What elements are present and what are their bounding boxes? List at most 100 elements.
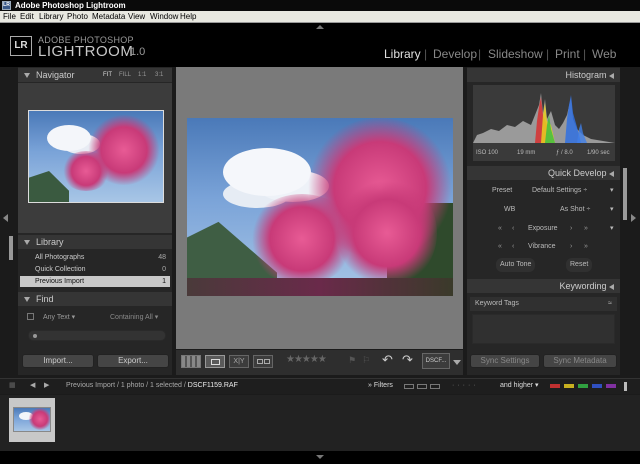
white-balance-row[interactable]: WB As Shot ÷ ▾ (472, 203, 620, 217)
menu-library[interactable]: Library (39, 11, 63, 23)
next-icon[interactable]: ▶ (44, 379, 49, 393)
row-label: Previous Import (35, 278, 85, 285)
exposure-decrease-icon[interactable]: ‹ (512, 222, 514, 236)
survey-view-icon[interactable] (253, 355, 273, 368)
keyword-tags-field[interactable] (472, 314, 615, 344)
exposure-increase-large-icon[interactable]: » (584, 222, 588, 236)
keyword-tags-collapse-icon[interactable]: ≈ (608, 297, 612, 311)
vibrance-row[interactable]: « ‹ Vibrance › » (472, 240, 620, 254)
auto-tone-row: Auto Tone Reset (472, 258, 620, 272)
keyword-tags-label: Keyword Tags (475, 300, 519, 307)
preset-label: Preset (492, 187, 513, 194)
menu-photo[interactable]: Photo (67, 11, 88, 23)
filter-flag-icon[interactable] (430, 384, 440, 389)
module-library[interactable]: Library (384, 47, 421, 61)
auto-tone-button[interactable]: Auto Tone (496, 258, 536, 272)
flag-icon[interactable]: ⚑ (348, 356, 356, 366)
loupe-view-icon[interactable] (205, 355, 225, 368)
rotate-left-icon[interactable]: ↶ (382, 353, 393, 368)
filmstrip-scroll-handle[interactable] (624, 382, 627, 391)
left-panel-toggle-icon[interactable] (3, 214, 8, 222)
zoom-fit[interactable]: FIT (103, 72, 112, 78)
find-header[interactable]: Find (18, 292, 172, 306)
color-label-green[interactable] (578, 384, 588, 388)
reset-button[interactable]: Reset (566, 258, 593, 272)
previous-icon[interactable]: ◀ (30, 379, 35, 393)
menu-file[interactable]: File (3, 11, 16, 23)
bottom-panel-toggle-icon[interactable] (316, 455, 324, 459)
rating-stars[interactable]: ★★★★★ (286, 354, 327, 365)
top-panel-toggle-icon[interactable] (316, 25, 324, 29)
find-text-option[interactable]: Any Text ▾ (43, 313, 75, 321)
find-match-option[interactable]: Containing All ▾ (110, 313, 158, 321)
menu-metadata[interactable]: Metadata (92, 11, 125, 23)
find-search-input[interactable] (28, 330, 166, 341)
secondary-display-icon[interactable]: ▦ (9, 379, 16, 393)
module-web[interactable]: Web (592, 47, 616, 61)
preset-value[interactable]: Default Settings ÷ (532, 184, 587, 198)
filmstrip-thumbnail[interactable] (13, 407, 51, 432)
exposure-increase-icon[interactable]: › (570, 222, 572, 236)
keyword-tags-row[interactable]: Keyword Tags ≈ (470, 297, 617, 311)
preset-row[interactable]: Preset Default Settings ÷ ▾ (472, 184, 620, 198)
sync-metadata-button[interactable]: Sync Metadata (543, 354, 617, 368)
menu-edit[interactable]: Edit (20, 11, 34, 23)
left-scrollbar[interactable] (9, 236, 13, 260)
right-panel-toggle-icon[interactable] (631, 214, 636, 222)
color-label-blue[interactable] (592, 384, 602, 388)
menu-window[interactable]: Window (150, 11, 178, 23)
import-button[interactable]: Import... (22, 354, 94, 368)
library-row-all-photographs[interactable]: All Photographs 48 (20, 252, 170, 263)
zoom-3-1[interactable]: 3:1 (155, 72, 163, 78)
export-button[interactable]: Export... (97, 354, 169, 368)
filmstrip-cell-selected[interactable] (9, 398, 55, 442)
vibrance-decrease-icon[interactable]: ‹ (512, 240, 514, 254)
histogram-header[interactable]: Histogram (467, 68, 620, 82)
filter-flag-icon[interactable] (404, 384, 414, 389)
module-slideshow[interactable]: Slideshow (488, 47, 543, 61)
vibrance-increase-icon[interactable]: › (570, 240, 572, 254)
module-print[interactable]: Print (555, 47, 580, 61)
menu-help[interactable]: Help (180, 11, 196, 23)
right-scrollbar[interactable] (623, 168, 627, 220)
exposure-row[interactable]: « ‹ Exposure › » ▾ (472, 222, 620, 236)
filter-flag-icon[interactable] (417, 384, 427, 389)
navigator-thumbnail[interactable] (28, 110, 164, 203)
cloud (47, 125, 91, 151)
exposure-decrease-large-icon[interactable]: « (498, 222, 502, 236)
main-photo[interactable] (187, 118, 453, 296)
filmstrip-breadcrumb[interactable]: Previous Import / 1 photo / 1 selected /… (66, 379, 238, 393)
sync-settings-button[interactable]: Sync Settings (470, 354, 540, 368)
zoom-fill[interactable]: FILL (119, 72, 131, 78)
preset-expand-icon[interactable]: ▾ (610, 184, 614, 198)
module-develop[interactable]: Develop (433, 47, 477, 61)
filter-rating-dots[interactable]: ····· (452, 379, 479, 393)
zoom-1-1[interactable]: 1:1 (138, 72, 146, 78)
menu-view[interactable]: View (128, 11, 145, 23)
rotate-right-icon[interactable]: ↷ (402, 353, 413, 368)
compare-view-icon[interactable]: X|Y (229, 355, 249, 368)
quick-develop-header[interactable]: Quick Develop (467, 166, 620, 180)
grid-view-icon[interactable] (181, 355, 201, 368)
filmstrip-header: ▦ ◀ ▶ Previous Import / 1 photo / 1 sele… (0, 378, 640, 394)
survey-frame (257, 359, 263, 364)
keywording-header[interactable]: Keywording (467, 279, 620, 293)
toolbar-menu-chevron-icon[interactable] (453, 360, 461, 365)
library-row-previous-import[interactable]: Previous Import 1 (20, 276, 170, 287)
color-label-purple[interactable] (606, 384, 616, 388)
exposure-expand-icon[interactable]: ▾ (610, 222, 614, 236)
vibrance-increase-large-icon[interactable]: » (584, 240, 588, 254)
library-header[interactable]: Library (18, 235, 172, 249)
wb-value[interactable]: As Shot ÷ (560, 203, 590, 217)
library-row-quick-collection[interactable]: Quick Collection 0 (20, 264, 170, 275)
sort-dropdown[interactable]: DSCF... (422, 353, 450, 369)
filters-toggle[interactable]: » Filters (368, 379, 393, 393)
color-label-red[interactable] (550, 384, 560, 388)
vibrance-decrease-large-icon[interactable]: « (498, 240, 502, 254)
reject-flag-icon[interactable]: ⚐ (362, 356, 370, 366)
color-label-yellow[interactable] (564, 384, 574, 388)
navigator-header[interactable]: Navigator (18, 68, 172, 82)
find-checkbox[interactable] (27, 313, 34, 320)
rating-filter-dropdown[interactable]: and higher ▾ (500, 379, 539, 393)
wb-expand-icon[interactable]: ▾ (610, 203, 614, 217)
